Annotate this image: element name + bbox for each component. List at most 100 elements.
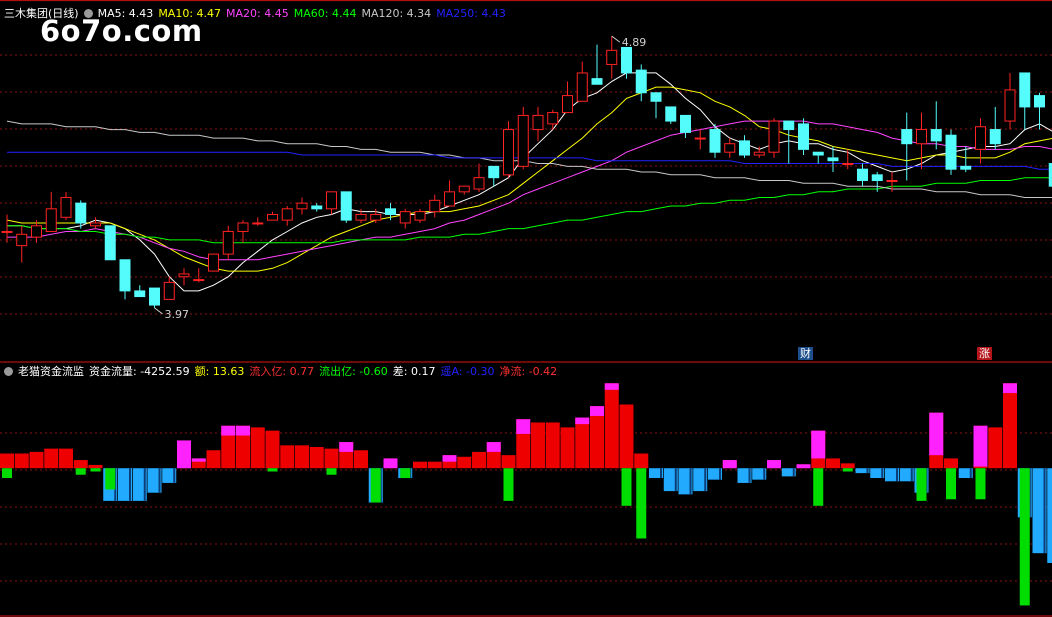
flow-bar-group	[324, 448, 339, 475]
candle	[326, 191, 337, 215]
flow-bar-positive	[531, 422, 545, 469]
flow-bar-top	[442, 455, 457, 462]
flow-bar-group	[958, 468, 973, 479]
flow-bar-shade	[660, 468, 662, 479]
candle-body	[694, 137, 706, 140]
candle-body	[665, 106, 677, 122]
indicator-legend: 老猫资金流监 资金流量: -4252.59 额: 13.63 流入亿: 0.77 流出亿…	[4, 365, 567, 379]
flow-bar-group	[368, 468, 383, 503]
flow-bar-group	[826, 458, 840, 469]
rise-event-marker[interactable]: 涨	[977, 347, 992, 360]
flow-bar-positive	[1003, 383, 1017, 469]
flow-bar-positive	[250, 427, 265, 469]
flow-bar-positive	[354, 450, 368, 469]
flow-bar-top	[767, 460, 781, 469]
candle-body	[340, 191, 352, 221]
flow-bar-negative	[1047, 468, 1052, 563]
candle-body	[119, 259, 131, 292]
candle	[178, 268, 190, 286]
candle	[606, 36, 618, 79]
candle	[975, 118, 986, 164]
flow-bar-shade	[763, 468, 766, 480]
flow-bar-top	[177, 440, 191, 469]
candle-body	[783, 120, 795, 131]
flow-bar-outflow	[400, 468, 411, 479]
flow-bar-outflow	[636, 468, 647, 539]
flow-bar-positive	[634, 453, 649, 469]
candle-body	[75, 202, 87, 224]
flow-bar-positive	[413, 461, 427, 469]
candle-body	[753, 151, 765, 156]
flow-bar-outflow	[916, 468, 927, 501]
flow-bar-positive	[826, 458, 840, 469]
candle	[208, 253, 219, 272]
stock-chart[interactable]: 4.89 3.97	[0, 0, 1052, 617]
high-price-label: 4.89	[622, 36, 647, 49]
flow-bar-group	[147, 468, 162, 493]
flow-bar-group	[649, 468, 663, 479]
ma-legend-item: MA250: 4.43	[436, 7, 506, 20]
flow-bar-group	[914, 468, 929, 501]
flow-bar-positive	[44, 448, 59, 469]
candle	[473, 163, 485, 192]
finance-event-marker[interactable]: 财	[798, 347, 813, 360]
candle	[798, 118, 809, 156]
candle-body	[709, 129, 721, 153]
candle	[60, 191, 72, 221]
flow-bar-shade	[748, 468, 751, 483]
flow-bar-group	[132, 468, 147, 501]
candle	[621, 46, 632, 79]
candle	[517, 106, 529, 170]
flow-bar-shade	[143, 468, 146, 501]
flow-bar-group	[988, 427, 1003, 469]
ma-legend-item: MA120: 4.34	[361, 7, 432, 20]
flow-bar-group	[604, 383, 619, 469]
candle	[576, 61, 588, 102]
flow-bar-shade	[129, 468, 131, 501]
candle	[1034, 92, 1045, 130]
flow-bar-positive	[944, 458, 958, 469]
candle-body	[444, 191, 455, 207]
flow-bar-outflow	[503, 468, 514, 501]
indicator-legend-item: 净流: -0.42	[499, 365, 558, 378]
candle-body	[16, 233, 28, 247]
flow-bar-positive	[280, 445, 295, 469]
flow-bar-group	[442, 455, 457, 469]
watermark-logo: 6o7o.com	[40, 14, 203, 48]
candle	[429, 194, 441, 218]
flow-bar-outflow	[326, 468, 337, 475]
flow-bar-shade	[173, 468, 176, 483]
candle	[252, 217, 264, 226]
candle-body	[886, 180, 898, 183]
candle-body	[355, 213, 367, 221]
candle-body	[222, 230, 234, 255]
flow-bar-group	[103, 468, 118, 501]
flow-bar-shade	[158, 468, 161, 493]
flow-bar-group	[855, 468, 870, 474]
flow-bar-positive	[560, 427, 575, 469]
candle	[281, 205, 293, 226]
flow-bar-shade	[881, 468, 884, 479]
flow-bar-positive	[59, 448, 73, 469]
candle-body	[768, 120, 780, 153]
flow-bar-group	[590, 406, 604, 469]
flow-bar-positive	[604, 383, 619, 469]
indicator-name: 老猫资金流监	[18, 365, 84, 378]
flow-bar-group	[929, 412, 944, 469]
candle-body	[429, 199, 441, 213]
high-pointer	[611, 35, 621, 43]
candle	[694, 129, 706, 150]
candle	[31, 220, 42, 243]
candle-body	[503, 129, 514, 176]
flow-bar-top	[236, 425, 250, 436]
indicator-settings-dot-icon[interactable]	[4, 367, 13, 376]
flow-bar-positive	[265, 430, 280, 469]
candle-body	[193, 279, 205, 282]
candle-body	[399, 211, 411, 224]
candle	[45, 191, 57, 232]
candle-body	[739, 140, 750, 156]
candle-body	[1, 230, 13, 233]
low-price-label: 3.97	[165, 308, 190, 321]
candle	[222, 225, 234, 260]
flow-bar-positive	[309, 446, 324, 469]
